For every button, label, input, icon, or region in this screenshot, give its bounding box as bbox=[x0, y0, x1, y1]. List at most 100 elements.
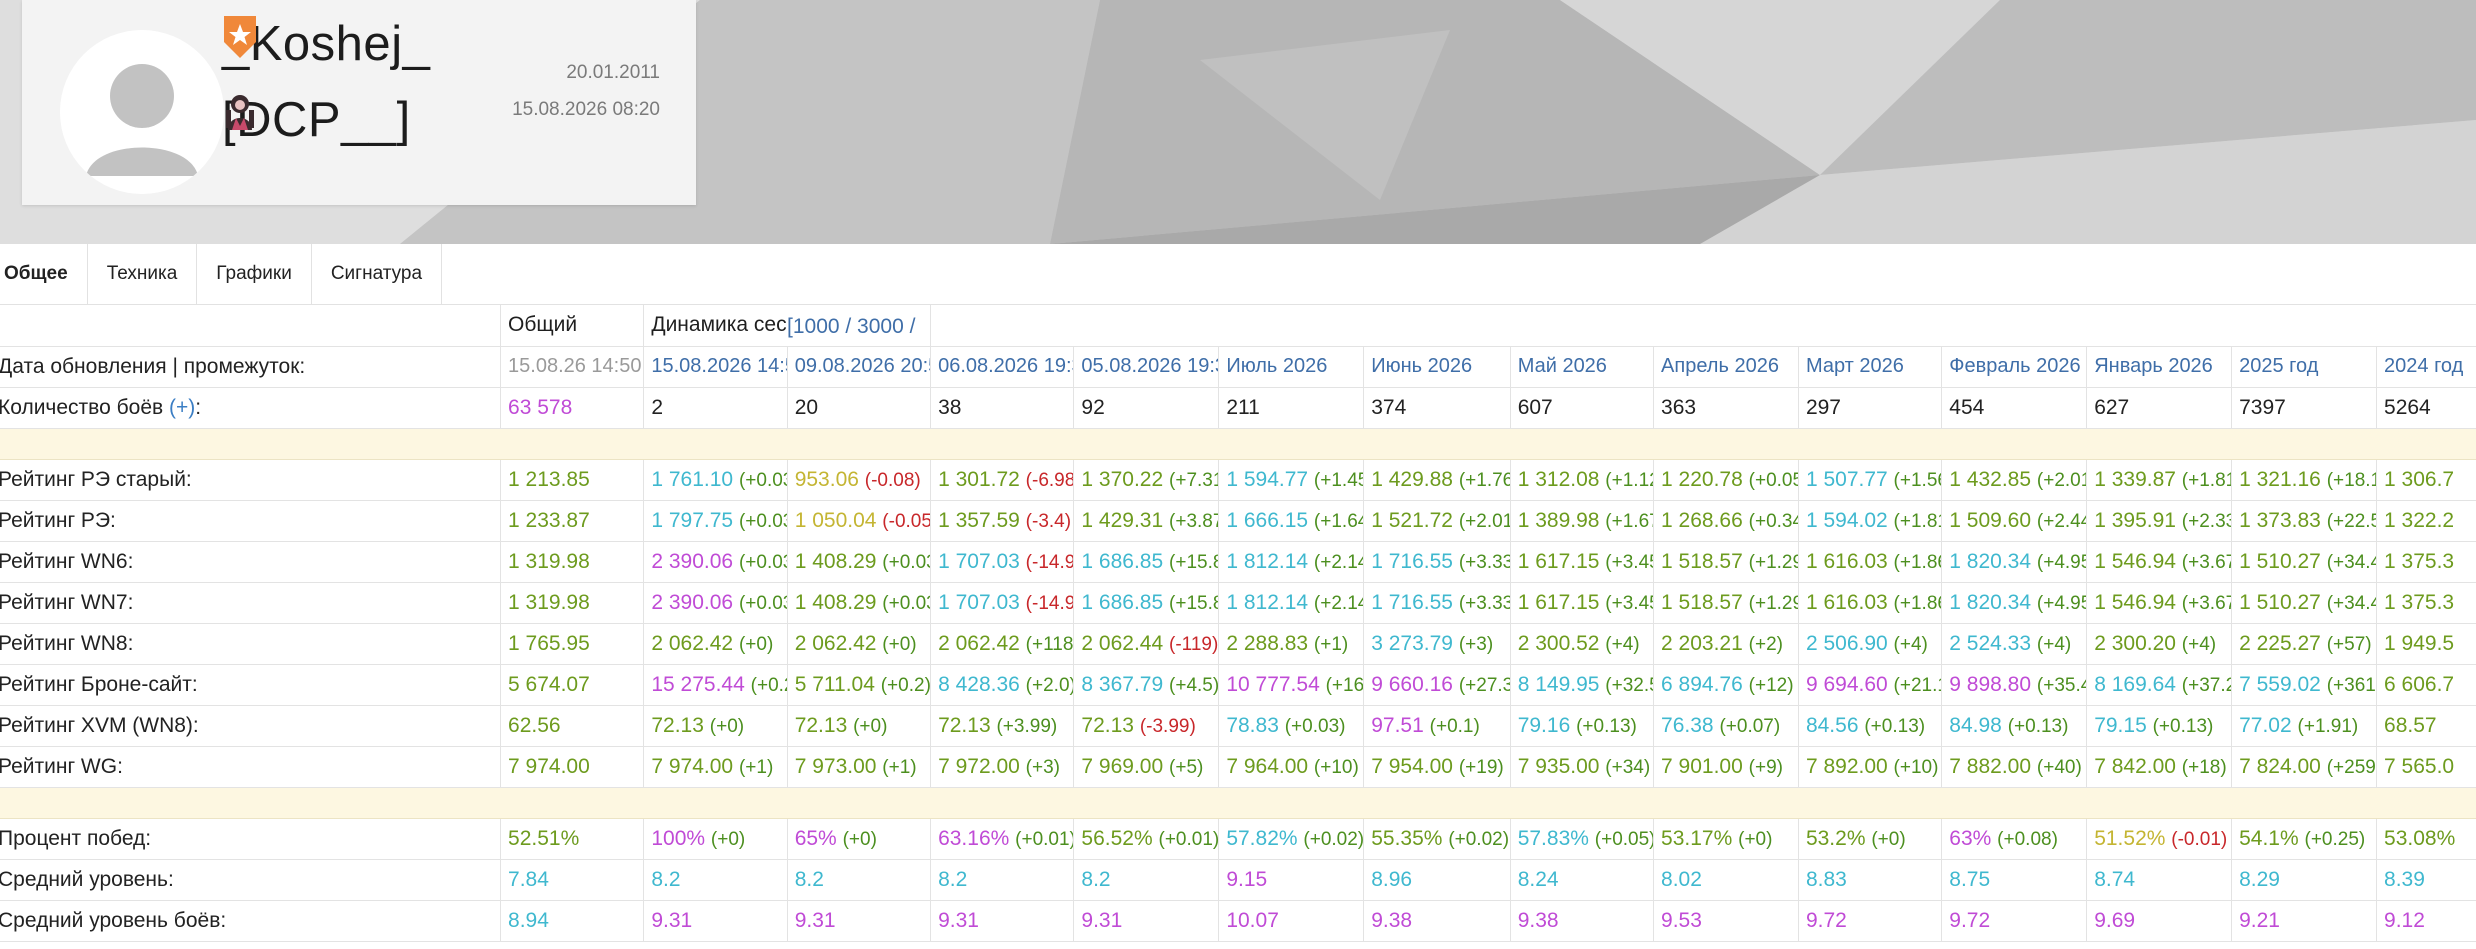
total-cell: 7.84 bbox=[500, 859, 645, 901]
stat-row: Рейтинг WN6:1 319.982 390.06 (+0.03)1 40… bbox=[0, 541, 2476, 583]
period-date[interactable]: Май 2026 bbox=[1510, 346, 1655, 388]
total-value: 1 233.87 bbox=[508, 508, 590, 532]
stat-delta: (-14.9) bbox=[1025, 592, 1073, 614]
stat-value: 2 506.90 bbox=[1805, 631, 1888, 655]
stat-cell: 1 375.3 bbox=[2376, 541, 2476, 583]
stat-value: 1 373.83 bbox=[2239, 508, 2321, 532]
stat-cell: 1 375.3 bbox=[2376, 582, 2476, 624]
stat-delta: (+1.76) bbox=[1458, 469, 1509, 491]
stat-row: Средний уровень: 7.84 8.2 8.2 8.2 8.2 9.15 8.96… bbox=[0, 859, 2476, 901]
stat-delta: (+34.4) bbox=[2326, 551, 2376, 573]
stat-value: 2 225.27 bbox=[2239, 631, 2321, 655]
period-date[interactable]: 06.08.2026 19:31 bbox=[930, 346, 1075, 388]
total-cell: 1 765.95 bbox=[500, 623, 645, 665]
stat-row: Рейтинг Броне-сайт: 5 674.07 15 275.44 (+0… bbox=[0, 664, 2476, 706]
stat-value: 53.17% bbox=[1661, 826, 1733, 850]
stat-value: 1 301.72 bbox=[938, 467, 1020, 491]
stat-value: 9.38 bbox=[1371, 908, 1413, 932]
stat-delta: (-0.05) bbox=[882, 510, 929, 532]
stat-delta: (-6.98) bbox=[1025, 469, 1073, 491]
expand-battles-link[interactable]: (+) bbox=[169, 396, 195, 419]
stat-cell: 8.2 bbox=[787, 859, 932, 901]
stat-cell: 57.82% (+0.02) bbox=[1218, 818, 1365, 860]
stat-value: 8 367.79 bbox=[1081, 672, 1164, 696]
stat-cell: 7 842.00 (+18) bbox=[2086, 746, 2233, 788]
stat-row: Рейтинг WN8: 1 765.95 2 062.42 (+0) 2 062.4… bbox=[0, 623, 2476, 665]
period-battles: 374 bbox=[1363, 387, 1511, 429]
period-date[interactable]: 2025 год bbox=[2231, 346, 2378, 388]
stat-value: 1 050.04 bbox=[794, 508, 877, 532]
stat-cell: 55.35% (+0.02) bbox=[1363, 818, 1511, 860]
stat-cell: 1 686.85 (+15.8) bbox=[1073, 582, 1220, 624]
stat-value: 65% bbox=[794, 826, 837, 850]
stat-delta: (+0.03) bbox=[738, 592, 786, 614]
period-date[interactable]: Январь 2026 bbox=[2086, 346, 2233, 388]
period-date[interactable]: Июль 2026 bbox=[1218, 346, 1365, 388]
stat-value: 2 288.83 bbox=[1226, 631, 1309, 655]
period-battles: 211 bbox=[1218, 387, 1365, 429]
stat-delta: (+16) bbox=[1325, 674, 1364, 696]
row-label: Рейтинг WN6: bbox=[0, 541, 502, 583]
period-date[interactable]: 15.08.2026 14:50 bbox=[643, 346, 788, 388]
stat-cell: 5 711.04 (+0.2) bbox=[787, 664, 932, 706]
stat-value: 57.82% bbox=[1226, 826, 1298, 850]
battles-label: Количество боёв bbox=[0, 395, 164, 419]
stat-value: 1 707.03 bbox=[938, 590, 1020, 614]
total-header: Общий bbox=[500, 305, 645, 347]
stat-value: 1 616.03 bbox=[1805, 590, 1888, 614]
battles-row: Количество боёв (+): 63 578 2 20 38 92 211 37… bbox=[0, 387, 2476, 429]
stat-value: 8.75 bbox=[1949, 867, 1991, 891]
row-label: Рейтинг WG: bbox=[0, 746, 502, 788]
stat-cell: 72.13 (+0) bbox=[643, 705, 788, 747]
stat-delta: (+15.8) bbox=[1169, 551, 1218, 573]
tab-general[interactable]: Общее bbox=[0, 244, 88, 304]
stat-value: 9.31 bbox=[651, 908, 693, 932]
clan-row[interactable]: [DCP__] bbox=[222, 90, 411, 150]
stat-delta: (+1.86) bbox=[1893, 551, 1941, 573]
update-dates-row: Дата обновления | промежуток: 15.08.26 1… bbox=[0, 346, 2476, 388]
period-date[interactable]: 05.08.2026 19:31 bbox=[1073, 346, 1220, 388]
stat-delta: (+1.56) bbox=[1893, 469, 1941, 491]
stat-value: 9.15 bbox=[1226, 867, 1268, 891]
stat-delta: (+34.4) bbox=[2326, 592, 2376, 614]
period-date[interactable]: Февраль 2026 bbox=[1941, 346, 2088, 388]
period-date[interactable]: Март 2026 bbox=[1798, 346, 1943, 388]
stat-cell: 79.16 (+0.13) bbox=[1510, 705, 1655, 747]
stat-delta: (+0.08) bbox=[1997, 828, 2058, 850]
stat-delta: (-3.4) bbox=[1025, 510, 1072, 532]
stat-cell: 53.08% bbox=[2376, 818, 2476, 860]
stat-value: 63% bbox=[1949, 826, 1992, 850]
tab-vehicles[interactable]: Техника bbox=[88, 244, 198, 304]
stat-cell: 68.57 bbox=[2376, 705, 2476, 747]
stat-cell: 1 373.83 (+22.5) bbox=[2231, 500, 2378, 542]
stat-value: 7 974.00 bbox=[651, 754, 734, 778]
stat-delta: (+0.01) bbox=[1015, 828, 1074, 850]
stat-value: 8.2 bbox=[1081, 867, 1111, 891]
stat-delta: (+0.05) bbox=[1594, 828, 1654, 850]
period-date[interactable]: Июнь 2026 bbox=[1363, 346, 1511, 388]
row-label: Рейтинг XVM (WN8): bbox=[0, 705, 502, 747]
tab-charts[interactable]: Графики bbox=[197, 244, 312, 304]
row-label: Процент побед: bbox=[0, 818, 502, 860]
stat-value: 2 062.44 bbox=[1081, 631, 1164, 655]
stat-value: 1 594.77 bbox=[1226, 467, 1309, 491]
stat-value: 1 507.77 bbox=[1805, 467, 1888, 491]
stat-cell: 1 666.15 (+1.64) bbox=[1218, 500, 1365, 542]
session-range-links[interactable]: [1000 / 3000 / bbox=[787, 315, 920, 339]
stat-delta: (+1.81) bbox=[2181, 469, 2231, 491]
stat-cell: 1 510.27 (+34.4) bbox=[2231, 582, 2378, 624]
period-date[interactable]: Апрель 2026 bbox=[1653, 346, 1799, 388]
stat-value: 9 694.60 bbox=[1805, 672, 1888, 696]
registration-date: 20.01.2011 bbox=[566, 62, 660, 83]
period-date[interactable]: 09.08.2026 20:51 bbox=[787, 346, 932, 388]
stat-delta: (+0) bbox=[738, 633, 774, 655]
stat-delta: (+0.25) bbox=[2304, 828, 2366, 850]
stat-cell: 77.02 (+1.91) bbox=[2231, 705, 2378, 747]
stat-delta: (+0.13) bbox=[2152, 715, 2214, 737]
period-date[interactable]: 2024 год bbox=[2376, 346, 2476, 388]
tab-signature[interactable]: Сигнатура bbox=[312, 244, 443, 304]
stat-delta: (+40) bbox=[2036, 756, 2082, 778]
stat-cell: 1 949.5 bbox=[2376, 623, 2476, 665]
stat-cell: 97.51 (+0.1) bbox=[1363, 705, 1511, 747]
stat-cell: 8.2 bbox=[1073, 859, 1220, 901]
